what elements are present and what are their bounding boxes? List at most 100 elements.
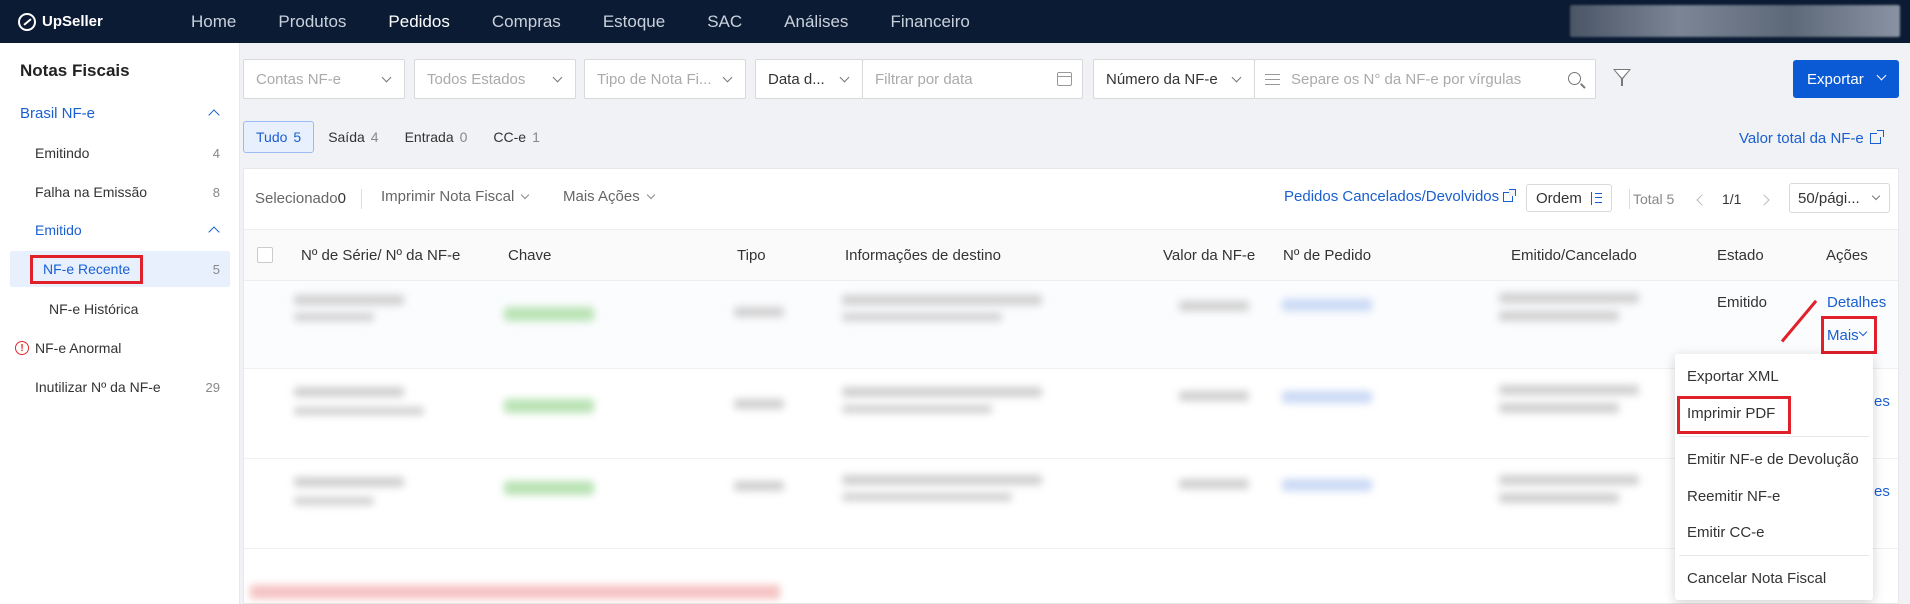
search-icon[interactable]: [1568, 72, 1581, 85]
nfe-search-input[interactable]: Separe os N° da NF-e por vírgulas: [1254, 59, 1596, 99]
detalhes-link[interactable]: Detalhes: [1827, 294, 1886, 311]
tab-tudo[interactable]: Tudo 5: [243, 121, 315, 153]
chevron-down-icon: [1871, 191, 1881, 201]
total-count: Total 5: [1633, 191, 1675, 207]
nav-home[interactable]: Home: [170, 12, 257, 32]
col-valor[interactable]: Valor da NF-e: [1163, 247, 1255, 264]
chevron-down-icon: [646, 190, 655, 200]
sidebar-item-nfe-recente[interactable]: NF-e Recente 5: [10, 251, 230, 287]
sidebar-item-label: Falha na Emissão: [35, 184, 148, 200]
filter-icon[interactable]: [1613, 69, 1631, 86]
detalhes-link[interactable]: es: [1874, 393, 1890, 410]
dropdown-label: Mais Ações: [563, 188, 640, 205]
status-tabs: Tudo 5 Saída 4 Entrada 0 CC-e 1: [243, 121, 554, 153]
blurred-chave: [504, 399, 594, 413]
table-row[interactable]: es: [244, 369, 1898, 459]
page-size-select[interactable]: 50/pági...: [1789, 183, 1890, 213]
chevron-down-icon: [839, 72, 850, 83]
dropdown-label: Imprimir Nota Fiscal: [381, 188, 515, 205]
tab-count: 5: [293, 129, 302, 145]
nav-pedidos[interactable]: Pedidos: [367, 12, 470, 32]
sidebar-group-label: Emitido: [35, 222, 82, 238]
sidebar-group-emitido[interactable]: Emitido: [0, 212, 230, 248]
menu-item-reemitir-nfe[interactable]: Reemitir NF-e: [1675, 478, 1873, 514]
tab-cce[interactable]: CC-e 1: [481, 121, 551, 153]
blurred-pedido[interactable]: [1282, 391, 1372, 403]
export-button[interactable]: Exportar: [1793, 60, 1899, 98]
chevron-down-icon: [1876, 70, 1887, 81]
col-estado[interactable]: Estado: [1717, 247, 1764, 264]
app-logo[interactable]: UpSeller: [18, 12, 138, 31]
table-row[interactable]: Emitido Detalhes: [244, 281, 1898, 369]
tab-count: 1: [532, 129, 540, 145]
table-header: Nº de Série/ Nº da NF-e Chave Tipo Infor…: [244, 229, 1898, 281]
col-chave[interactable]: Chave: [508, 247, 551, 264]
blurred-destino: [842, 387, 1042, 397]
imprimir-nota-dropdown[interactable]: Imprimir Nota Fiscal: [381, 188, 530, 205]
input-placeholder: Separe os N° da NF-e por vírgulas: [1291, 70, 1522, 88]
menu-divider: [1679, 436, 1869, 437]
sidebar-item-nfe-historica[interactable]: NF-e Histórica: [0, 291, 230, 327]
data-type-select[interactable]: Data d...: [755, 59, 863, 99]
tipo-nota-select[interactable]: Tipo de Nota Fi...: [584, 59, 746, 99]
sidebar-item-inutilizar[interactable]: Inutilizar Nº da NF-e 29: [0, 369, 230, 405]
nav-compras[interactable]: Compras: [471, 12, 582, 32]
calendar-icon: [1057, 72, 1072, 86]
chevron-down-icon: [722, 72, 733, 83]
col-acoes[interactable]: Ações: [1826, 247, 1868, 264]
estados-select[interactable]: Todos Estados: [414, 59, 576, 99]
mais-acoes-dropdown[interactable]: Mais Ações: [563, 188, 656, 205]
nav-produtos[interactable]: Produtos: [257, 12, 367, 32]
col-pedido[interactable]: Nº de Pedido: [1283, 247, 1371, 264]
col-tipo[interactable]: Tipo: [737, 247, 766, 264]
col-destino[interactable]: Informações de destino: [845, 247, 1001, 264]
table-toolbar: Selecionado0 Imprimir Nota Fiscal Mais A…: [244, 169, 1898, 229]
blurred-emitido: [1499, 385, 1639, 395]
detalhes-link[interactable]: es: [1874, 483, 1890, 500]
blurred-pedido[interactable]: [1282, 479, 1372, 491]
menu-item-emitir-devolucao[interactable]: Emitir NF-e de Devolução: [1675, 441, 1873, 477]
selected-count: Selecionado0: [255, 190, 346, 207]
blurred-pedido[interactable]: [1282, 299, 1372, 311]
sidebar-item-falha-emissao[interactable]: Falha na Emissão 8: [0, 174, 230, 210]
tab-saida[interactable]: Saída 4: [316, 121, 390, 153]
nav-sac[interactable]: SAC: [686, 12, 763, 32]
tab-label: Saída: [328, 129, 365, 145]
table-row[interactable]: es: [244, 459, 1898, 549]
menu-item-emitir-cce[interactable]: Emitir CC-e: [1675, 514, 1873, 550]
nav-financeiro[interactable]: Financeiro: [869, 12, 990, 32]
col-serie[interactable]: Nº de Série/ Nº da NF-e: [301, 247, 460, 264]
nav-analises[interactable]: Análises: [763, 12, 869, 32]
col-emitido-cancelado[interactable]: Emitido/Cancelado: [1511, 247, 1637, 264]
ordem-sort-button[interactable]: Ordem: [1526, 184, 1612, 212]
chevron-down-icon: [552, 72, 563, 83]
sidebar-title: Notas Fiscais: [20, 61, 130, 80]
select-all-checkbox[interactable]: [257, 247, 273, 263]
sidebar-item-label: Inutilizar Nº da NF-e: [35, 379, 161, 395]
sidebar-item-nfe-anormal[interactable]: ! NF-e Anormal: [0, 330, 230, 366]
link-label: Pedidos Cancelados/Devolvidos: [1284, 188, 1500, 205]
numero-nfe-select[interactable]: Número da NF-e: [1093, 59, 1255, 99]
mais-button[interactable]: Mais: [1821, 316, 1877, 354]
sidebar-item-emitindo[interactable]: Emitindo 4: [0, 135, 230, 171]
pedidos-cancelados-link[interactable]: Pedidos Cancelados/Devolvidos: [1284, 188, 1517, 205]
contas-nfe-select[interactable]: Contas NF-e: [243, 59, 405, 99]
user-account-area[interactable]: [1570, 5, 1900, 37]
prev-page-icon[interactable]: [1696, 194, 1708, 206]
sidebar-group-label: Brasil NF-e: [20, 104, 96, 122]
main-nav: Home Produtos Pedidos Compras Estoque SA…: [170, 12, 991, 32]
chevron-down-icon: [381, 72, 392, 83]
sort-icon: [1590, 192, 1602, 205]
valor-total-link[interactable]: Valor total da NF-e: [1739, 130, 1884, 147]
next-page-icon[interactable]: [1758, 194, 1770, 206]
menu-item-cancelar-nota[interactable]: Cancelar Nota Fiscal: [1675, 560, 1873, 596]
blurred-emitido: [1499, 293, 1639, 303]
tab-entrada[interactable]: Entrada 0: [393, 121, 480, 153]
menu-item-exportar-xml[interactable]: Exportar XML: [1675, 358, 1873, 394]
blurred-serie: [294, 387, 404, 397]
sidebar-group-brasil-nfe[interactable]: Brasil NF-e: [0, 95, 230, 131]
nav-estoque[interactable]: Estoque: [582, 12, 686, 32]
date-filter-input[interactable]: Filtrar por data: [862, 59, 1083, 99]
chevron-down-icon: [521, 190, 530, 200]
sidebar-item-count: 8: [212, 184, 220, 200]
